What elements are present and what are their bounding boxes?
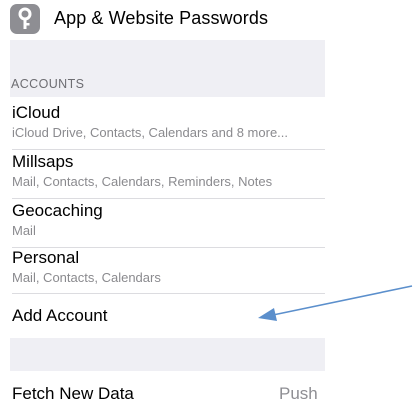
annotation-arrow-icon — [258, 285, 413, 321]
screen: App & Website Passwords ACCOUNTS iCloud … — [0, 0, 416, 406]
